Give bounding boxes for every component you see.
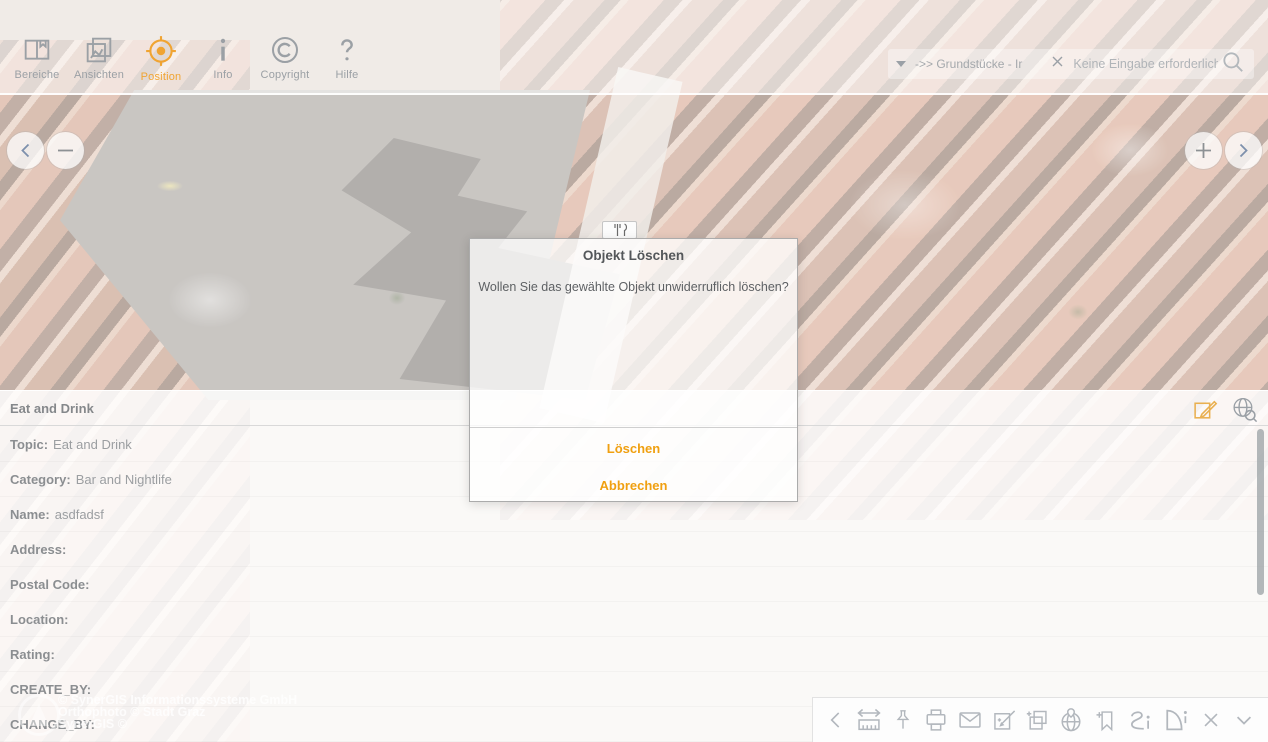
search-scope-selector[interactable]: ->> Grundstücke - Ir [915,57,1022,71]
panel-title: Eat and Drink [10,401,94,416]
cancel-button[interactable]: Abbrechen [470,478,797,493]
edit-icon[interactable] [1192,396,1219,428]
pin-icon[interactable] [890,707,916,733]
field-label: Rating: [10,647,55,662]
field-value: asdfadsf [55,507,104,522]
poi-marker-eat-and-drink[interactable] [602,221,637,239]
app-window: Bereiche Ansichten [0,0,1268,742]
collapse-down-icon[interactable] [1230,706,1258,734]
top-toolbar-items: Bereiche Ansichten [6,34,378,83]
field-label: Postal Code: [10,577,89,592]
dialog-message: Wollen Sie das gewählte Objekt unwiderru… [470,280,797,294]
copy-object-icon[interactable] [1024,707,1051,734]
search-input[interactable] [1071,56,1220,72]
fork-knife-icon [606,223,634,237]
zoom-in-icon [1185,132,1222,169]
field-row-address: Address: [0,532,1268,567]
field-row-rating: Rating: [0,637,1268,672]
field-row-postal-code: Postal Code: [0,567,1268,602]
position-target-icon [144,34,178,68]
toolbar-item-label: Info [213,69,232,81]
add-bookmark-icon[interactable] [1092,707,1119,734]
areas-book-icon [21,34,53,66]
toolbar-item-hilfe[interactable]: Hilfe [316,34,378,83]
toolbar-item-info[interactable]: Info [192,34,254,83]
print-icon[interactable] [922,706,950,734]
top-toolbar: Bereiche Ansichten [0,0,1268,95]
field-label: Address: [10,542,66,557]
copyright-icon [269,34,301,66]
info-icon [207,34,239,66]
toolbar-item-label: Position [141,71,182,83]
object-info-icon[interactable] [1161,705,1191,735]
dialog-title: Objekt Löschen [470,248,797,263]
views-pages-icon [83,34,115,66]
measure-icon[interactable] [855,706,883,734]
field-label: CREATE_BY: [10,682,91,697]
zoom-out-icon [47,132,84,169]
pan-left-icon [7,132,44,169]
redline-info-icon[interactable] [1125,705,1155,735]
clear-icon[interactable] [1050,54,1065,74]
field-label: Topic: [10,437,48,452]
field-label: Location: [10,612,69,627]
pan-right-icon [1225,132,1262,169]
map-tools-toolbar [812,697,1268,742]
delete-button[interactable]: Löschen [470,441,797,456]
toolbar-item-label: Bereiche [14,69,59,81]
field-label: Category: [10,472,71,487]
globe-search-icon[interactable] [1230,395,1259,429]
field-row-location: Location: [0,602,1268,637]
globe-position-icon[interactable] [1057,706,1085,734]
edit-note-icon[interactable] [991,707,1018,734]
pan-left-button[interactable] [7,132,44,169]
toolbar-item-bereiche[interactable]: Bereiche [6,34,68,83]
field-label: Name: [10,507,50,522]
close-icon[interactable] [1198,707,1224,733]
help-icon [331,34,363,66]
caret-down-icon[interactable] [896,61,906,67]
search-icon[interactable] [1220,49,1246,80]
mail-icon[interactable] [956,706,984,734]
toolbar-item-label: Hilfe [335,69,358,81]
collapse-left-icon[interactable] [823,707,849,733]
delete-confirm-dialog: Objekt Löschen Wollen Sie das gewählte O… [469,238,798,502]
toolbar-item-ansichten[interactable]: Ansichten [68,34,130,83]
search-bar: ->> Grundstücke - Ir [888,49,1254,79]
panel-scrollbar[interactable] [1257,429,1264,595]
toolbar-item-copyright[interactable]: Copyright [254,34,316,83]
field-value: Bar and Nightlife [76,472,172,487]
field-row-name: Name: asdfadsf [0,497,1268,532]
toolbar-item-position[interactable]: Position [130,34,192,83]
dialog-divider [470,427,797,428]
pan-right-button[interactable] [1225,132,1262,169]
zoom-in-button[interactable] [1185,132,1222,169]
toolbar-item-label: Copyright [261,69,310,81]
field-value: Eat and Drink [53,437,132,452]
toolbar-item-label: Ansichten [74,69,124,81]
field-label: CHANGE_BY: [10,717,95,732]
zoom-out-button[interactable] [47,132,84,169]
